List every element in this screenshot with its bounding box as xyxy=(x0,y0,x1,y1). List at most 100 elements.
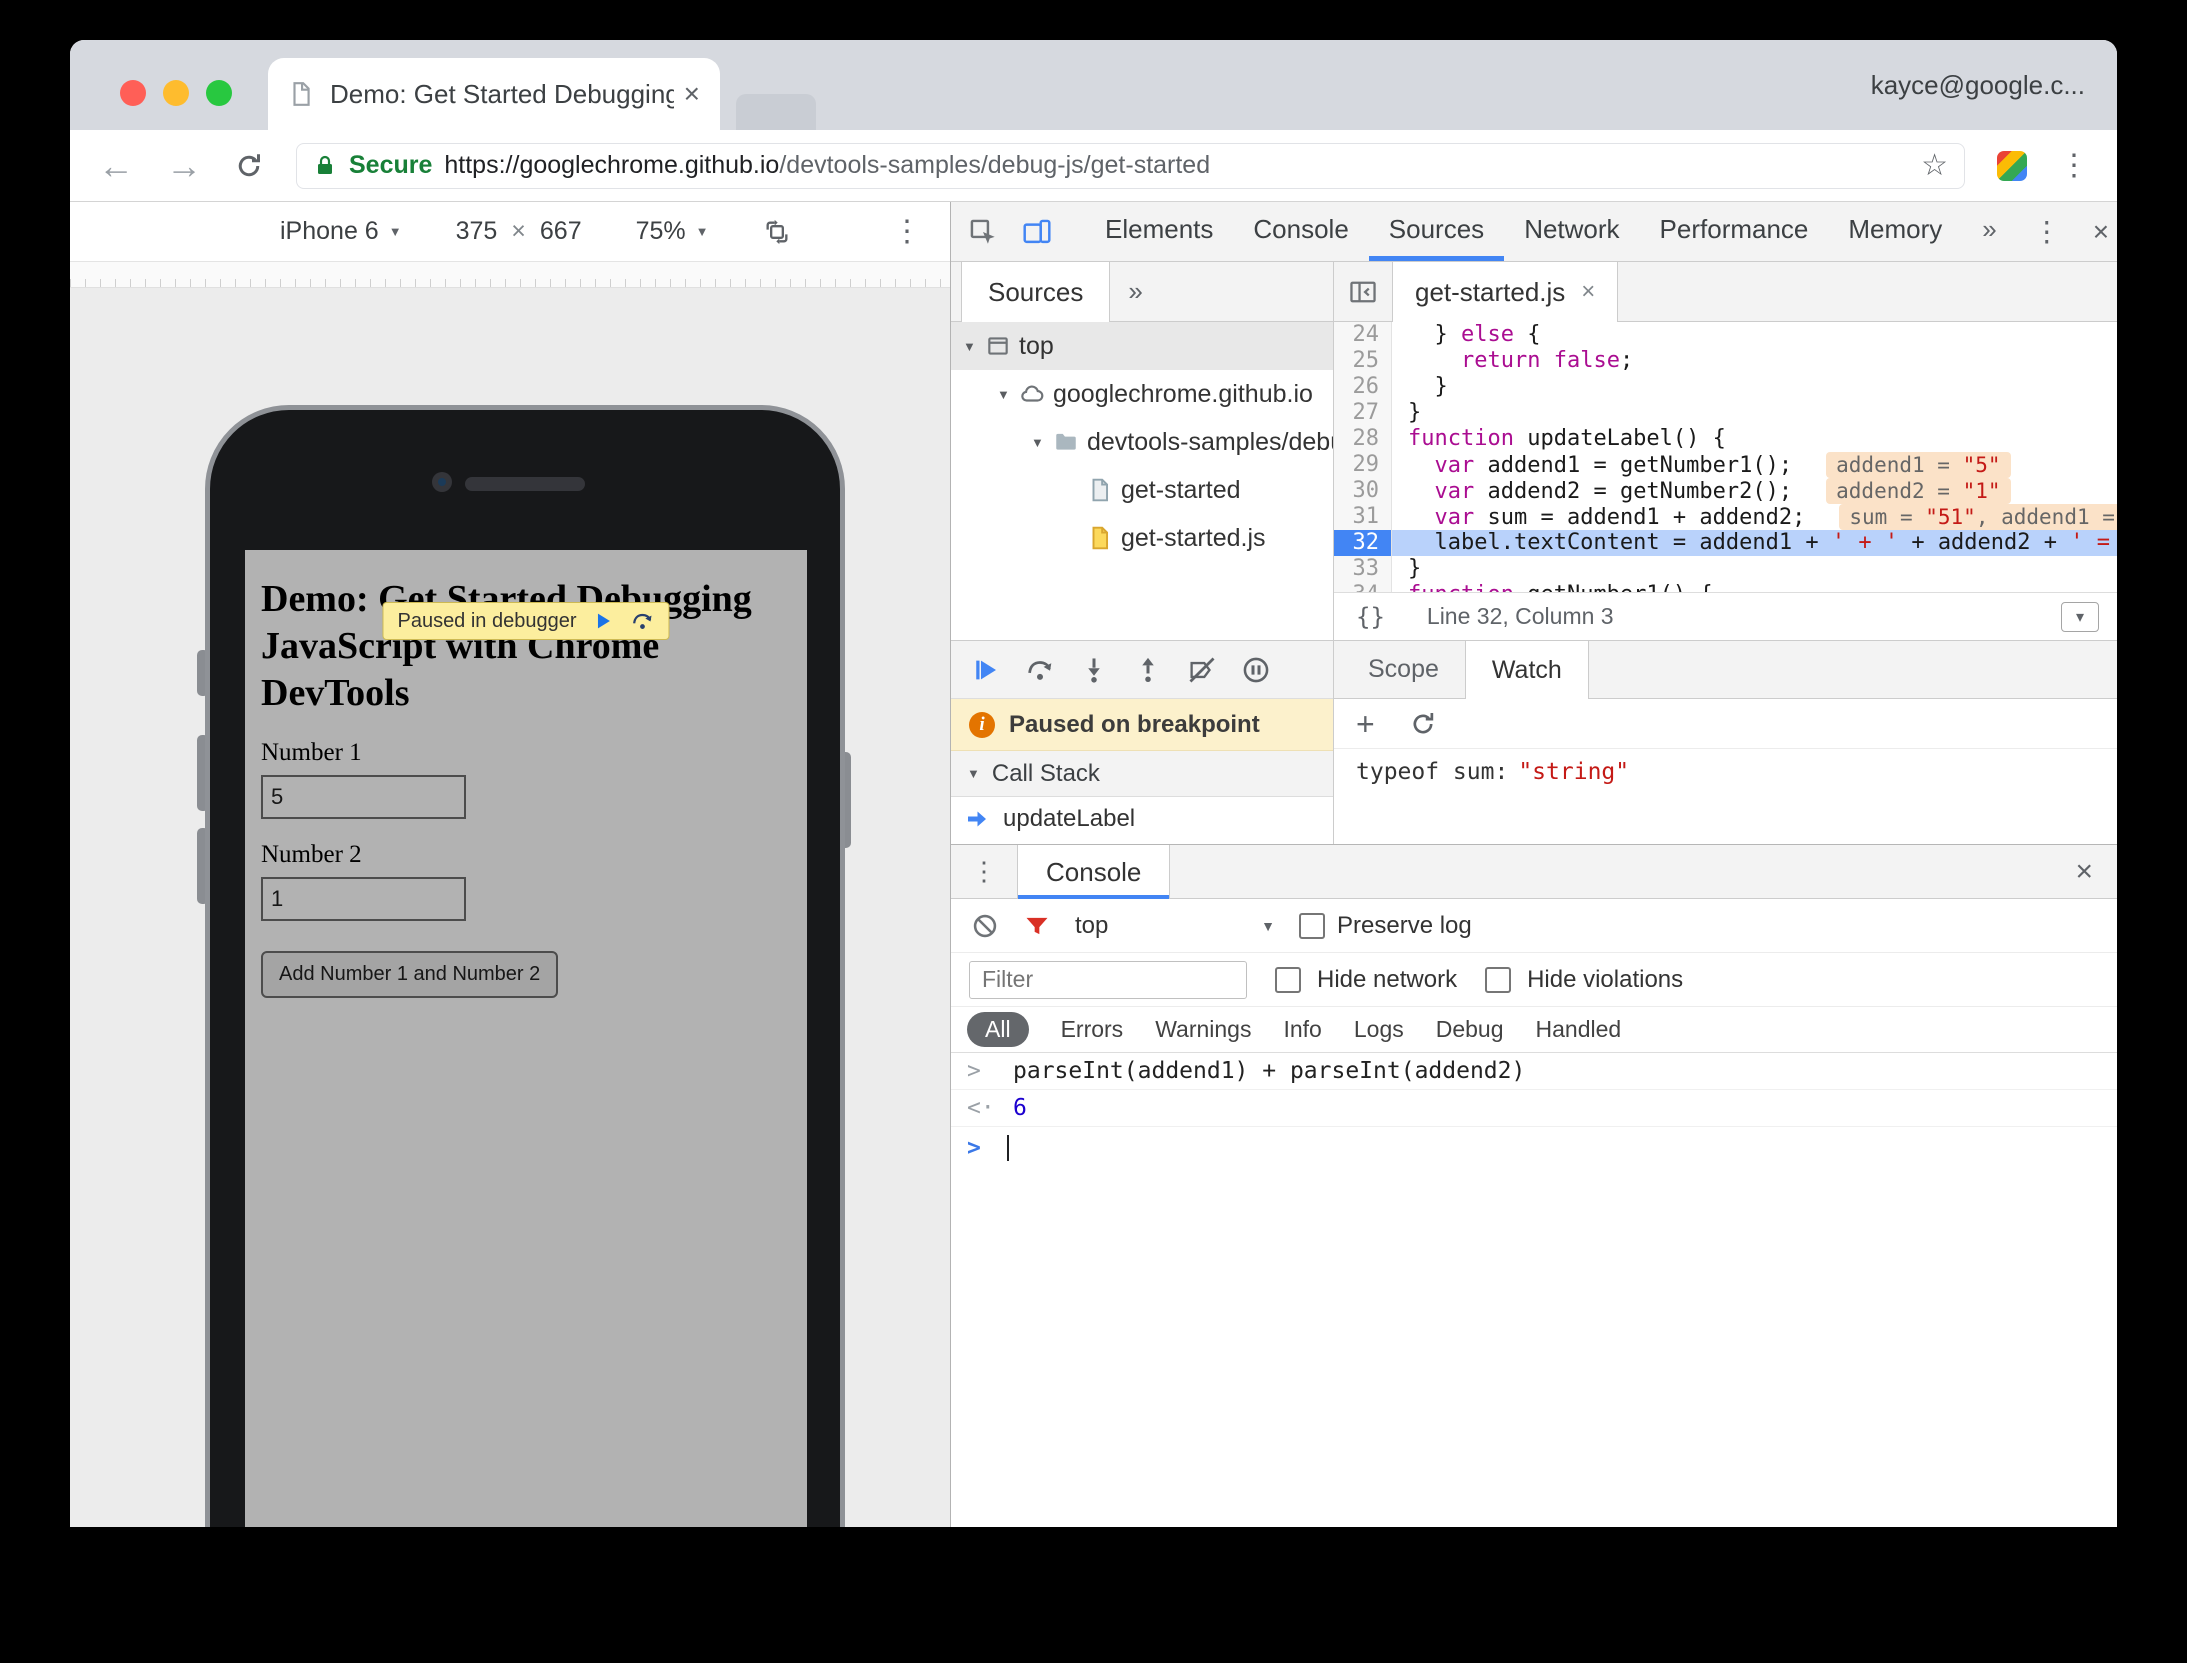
console-entry-text: parseInt(addend1) + parseInt(addend2) xyxy=(1013,1058,1526,1084)
disclosure-triangle-icon[interactable]: ▼ xyxy=(997,387,1019,402)
console-level-logs[interactable]: Logs xyxy=(1354,1016,1404,1043)
code-line: 26 } xyxy=(1334,374,2117,400)
devtools-menu-icon[interactable]: ⋮ xyxy=(2017,215,2077,248)
forward-icon[interactable]: → xyxy=(166,147,202,184)
console-entry-prompt[interactable]: > xyxy=(951,1127,2117,1169)
execution-context-select[interactable]: top ▼ xyxy=(1075,912,1275,940)
preserve-log-checkbox[interactable] xyxy=(1299,912,1325,939)
viewport-height[interactable]: 667 xyxy=(540,217,582,246)
source-tree-label: top xyxy=(1019,331,1054,360)
line-number[interactable]: 30 xyxy=(1334,478,1392,504)
call-stack-frame[interactable]: updateLabel xyxy=(951,797,1333,841)
console-level-handled[interactable]: Handled xyxy=(1536,1016,1622,1043)
call-stack-section-header[interactable]: ▼ Call Stack xyxy=(951,751,1333,797)
back-icon[interactable]: ← xyxy=(98,147,134,184)
drawer-close-icon[interactable]: × xyxy=(2075,855,2117,889)
hide-violations-checkbox[interactable] xyxy=(1485,966,1512,993)
hide-navigator-icon[interactable] xyxy=(1348,277,1378,307)
pause-on-exceptions-icon[interactable] xyxy=(1241,655,1271,685)
step-over-icon[interactable] xyxy=(1025,655,1055,685)
hide-violations-label: Hide violations xyxy=(1527,965,1684,993)
editor-file-tab[interactable]: get-started.js × xyxy=(1392,262,1619,322)
devtools-close-icon[interactable]: × xyxy=(2077,216,2117,248)
reload-icon[interactable] xyxy=(234,151,264,181)
file-tab-close-icon[interactable]: × xyxy=(1581,278,1595,306)
pretty-print-icon[interactable]: {} xyxy=(1356,603,1385,631)
console-level-debug[interactable]: Debug xyxy=(1436,1016,1504,1043)
source-tree-item[interactable]: get-started.js xyxy=(951,514,1333,562)
refresh-watch-icon[interactable] xyxy=(1409,710,1437,738)
breakpoints-dock-icon[interactable]: ▾ xyxy=(2061,601,2099,632)
line-number[interactable]: 33 xyxy=(1334,556,1392,582)
source-tree-item[interactable]: get-started xyxy=(951,466,1333,514)
extension-icon[interactable] xyxy=(1997,150,2027,181)
resume-script-icon[interactable] xyxy=(593,610,615,632)
url-text[interactable]: https://googlechrome.github.io/devtools-… xyxy=(444,151,1909,180)
step-out-icon[interactable] xyxy=(1133,655,1163,685)
devtools-tab-network[interactable]: Network xyxy=(1504,202,1639,261)
address-bar[interactable]: Secure https://googlechrome.github.io/de… xyxy=(296,142,1965,189)
source-tree-item[interactable]: ▼ top xyxy=(951,322,1333,370)
line-number[interactable]: 31 xyxy=(1334,504,1392,530)
add-watch-expression-icon[interactable]: + xyxy=(1356,708,1375,740)
source-tree-item[interactable]: ▼ devtools-samples/debu xyxy=(951,418,1333,466)
drawer-menu-icon[interactable]: ⋮ xyxy=(951,856,1017,887)
line-number[interactable]: 24 xyxy=(1334,322,1392,348)
source-tree-label: get-started xyxy=(1121,475,1241,504)
close-window-button[interactable] xyxy=(120,80,146,106)
hide-network-checkbox[interactable] xyxy=(1275,966,1301,993)
console-level-errors[interactable]: Errors xyxy=(1061,1016,1124,1043)
step-over-icon[interactable] xyxy=(631,609,655,633)
devtools-tab-elements[interactable]: Elements xyxy=(1085,202,1233,261)
resume-icon[interactable] xyxy=(971,655,1001,685)
bookmark-star-icon[interactable]: ☆ xyxy=(1921,148,1948,183)
console-level-info[interactable]: Info xyxy=(1283,1016,1321,1043)
deactivate-breakpoints-icon[interactable] xyxy=(1187,655,1217,685)
rotate-viewport-icon[interactable] xyxy=(763,218,791,246)
new-tab-button[interactable] xyxy=(736,94,816,130)
console-filter-funnel-icon[interactable] xyxy=(1023,912,1051,940)
devtools-tab-memory[interactable]: Memory xyxy=(1828,202,1962,261)
console-level-all[interactable]: All xyxy=(967,1012,1029,1047)
inspect-element-icon[interactable] xyxy=(967,216,999,248)
code-text: } else { xyxy=(1408,322,1541,347)
device-toolbar-menu-icon[interactable]: ⋮ xyxy=(892,214,922,249)
page-favicon-icon xyxy=(288,81,314,107)
line-number[interactable]: 34 xyxy=(1334,582,1392,592)
zoom-select[interactable]: 75% xyxy=(636,217,686,246)
tab-console[interactable]: Console xyxy=(1017,845,1171,899)
disclosure-triangle-icon[interactable]: ▼ xyxy=(963,339,985,354)
line-number[interactable]: 26 xyxy=(1334,374,1392,400)
browser-tab[interactable]: Demo: Get Started Debugging × xyxy=(268,58,720,130)
tab-scope[interactable]: Scope xyxy=(1342,641,1465,698)
navigator-more-tabs-icon[interactable]: » xyxy=(1110,262,1160,321)
debugger-toolbar xyxy=(951,641,1333,699)
viewport-width[interactable]: 375 xyxy=(456,217,498,246)
devtools-tab-performance[interactable]: Performance xyxy=(1640,202,1829,261)
line-number[interactable]: 29 xyxy=(1334,452,1392,478)
step-into-icon[interactable] xyxy=(1079,655,1109,685)
disclosure-triangle-icon[interactable]: ▼ xyxy=(1031,435,1053,450)
tab-watch[interactable]: Watch xyxy=(1464,641,1589,699)
console-filter-input[interactable] xyxy=(969,960,1247,999)
fullscreen-window-button[interactable] xyxy=(206,80,232,106)
line-number[interactable]: 28 xyxy=(1334,426,1392,452)
tab-sources-files[interactable]: Sources xyxy=(961,262,1111,322)
clear-console-icon[interactable] xyxy=(971,912,999,940)
console-level-warnings[interactable]: Warnings xyxy=(1155,1016,1251,1043)
devtools-tab-console[interactable]: Console xyxy=(1233,202,1368,261)
source-tree-item[interactable]: ▼ googlechrome.github.io xyxy=(951,370,1333,418)
device-select[interactable]: iPhone 6 xyxy=(280,217,379,246)
code-editor[interactable]: 24 } else {25 return false; 26 } 27} 28 func… xyxy=(1334,322,2117,592)
minimize-window-button[interactable] xyxy=(163,80,189,106)
tab-close-icon[interactable]: × xyxy=(684,78,700,110)
line-number[interactable]: 25 xyxy=(1334,348,1392,374)
watch-expression-row[interactable]: typeof sum: "string" xyxy=(1334,749,2117,795)
code-text: } xyxy=(1408,400,1422,425)
browser-menu-icon[interactable]: ⋮ xyxy=(2059,148,2089,183)
devtools-tab-sources[interactable]: Sources xyxy=(1368,202,1505,261)
devtools-more-tabs-icon[interactable]: » xyxy=(1962,202,2016,261)
device-toolbar-toggle-icon[interactable] xyxy=(1021,216,1053,248)
line-number[interactable]: 27 xyxy=(1334,400,1392,426)
line-number[interactable]: 32 xyxy=(1334,530,1392,556)
